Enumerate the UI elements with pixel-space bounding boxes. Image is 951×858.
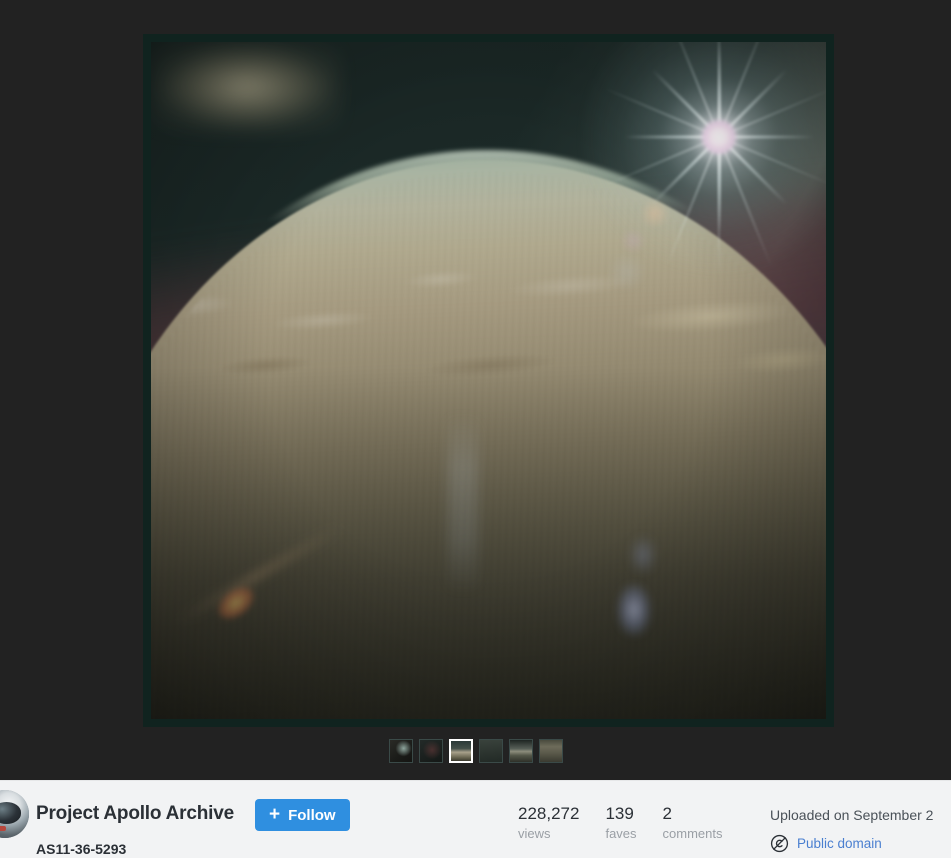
- faves-stat: 139 faves: [605, 803, 636, 842]
- photo-stage: [0, 0, 951, 780]
- views-stat: 228,272 views: [518, 803, 579, 842]
- thumbnail-4[interactable]: [478, 739, 503, 763]
- upload-info: Uploaded on September 2 Public domain: [770, 805, 951, 853]
- photo-page: Project Apollo Archive AS11-36-5293 + Fo…: [0, 0, 951, 858]
- views-label: views: [518, 826, 551, 841]
- thumbnail-1[interactable]: [388, 739, 413, 763]
- photo-title: AS11-36-5293: [36, 841, 127, 857]
- main-photo[interactable]: [151, 42, 826, 719]
- follow-button[interactable]: + Follow: [255, 799, 350, 831]
- comments-stat: 2 comments: [663, 803, 723, 842]
- license-row[interactable]: Public domain: [770, 834, 951, 853]
- thumbnail-5[interactable]: [508, 739, 533, 763]
- thumbnail-strip: [0, 738, 951, 764]
- thumbnail-6[interactable]: [538, 739, 563, 763]
- comments-label: comments: [662, 826, 723, 841]
- avatar[interactable]: [0, 790, 29, 838]
- no-copyright-icon: [770, 834, 789, 853]
- views-count: 228,272: [518, 804, 580, 823]
- license-label[interactable]: Public domain: [797, 836, 882, 851]
- comments-count: 2: [662, 804, 672, 823]
- photo-stats: 228,272 views 139 faves 2 comments: [518, 803, 723, 842]
- thumbnail-2[interactable]: [418, 739, 443, 763]
- follow-button-label: Follow: [288, 806, 336, 824]
- photo-frame[interactable]: [143, 34, 834, 727]
- thumbnail-3[interactable]: [448, 739, 473, 763]
- faves-label: faves: [605, 826, 637, 841]
- plus-icon: +: [269, 803, 281, 825]
- upload-date: Uploaded on September 2: [770, 807, 934, 823]
- avatar-badge: [0, 825, 6, 832]
- faves-count: 139: [605, 804, 634, 823]
- photo-vignette: [151, 42, 826, 719]
- owner-name[interactable]: Project Apollo Archive: [36, 803, 234, 825]
